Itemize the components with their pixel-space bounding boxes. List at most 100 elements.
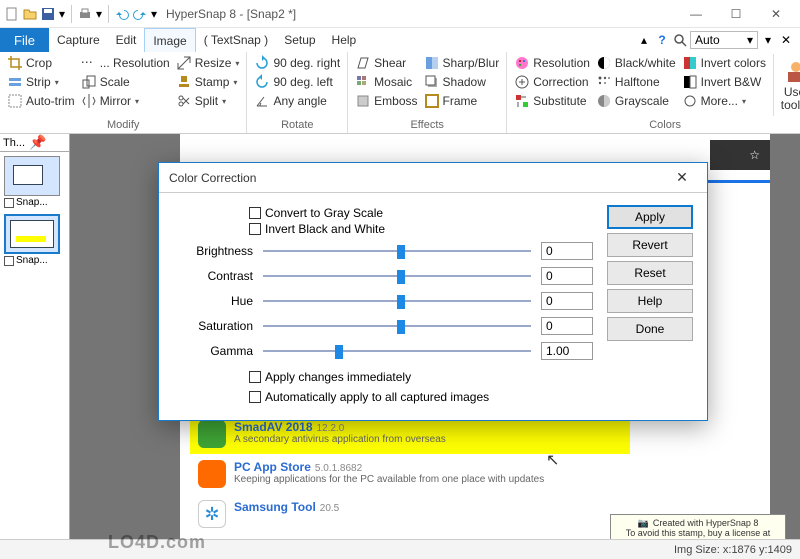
zoom-combo[interactable]: Auto▾ (690, 31, 758, 49)
undo-icon[interactable] (114, 6, 130, 22)
stamp-button[interactable]: Stamp▾ (173, 73, 243, 91)
pin-icon[interactable]: 📌 (29, 134, 46, 151)
help-button[interactable]: Help (607, 289, 693, 313)
minimize-button[interactable]: — (676, 1, 716, 27)
colorres-button[interactable]: Resolution (511, 54, 593, 72)
redo-icon[interactable] (132, 6, 148, 22)
shadow-button[interactable]: Shadow (421, 73, 503, 91)
search-icon[interactable] (672, 32, 688, 48)
thumb-item[interactable]: Snap... (4, 156, 65, 208)
resize-button[interactable]: Resize▾ (173, 54, 243, 72)
reset-button[interactable]: Reset (607, 261, 693, 285)
close-doc-icon[interactable]: ✕ (778, 32, 794, 48)
hue-value[interactable]: 0 (541, 292, 593, 310)
resolution-button[interactable]: ⋯... Resolution (78, 54, 173, 72)
contrast-label: Contrast (173, 269, 253, 283)
rot90l-button[interactable]: 90 deg. left (251, 73, 343, 91)
brightness-slider[interactable] (263, 243, 531, 259)
applyall-label: Automatically apply to all captured imag… (265, 390, 489, 404)
gamma-slider[interactable] (263, 343, 531, 359)
emboss-button[interactable]: Emboss (352, 92, 420, 110)
close-button[interactable]: ✕ (756, 1, 796, 27)
invert-button[interactable]: Invert colors (679, 54, 769, 72)
app-list: SmadAV 201812.2.0 A secondary antivirus … (190, 414, 630, 534)
gamma-value[interactable]: 1.00 (541, 342, 593, 360)
color-correction-dialog: Color Correction ✕ Convert to Gray Scale… (158, 162, 708, 421)
menu-capture[interactable]: Capture (49, 28, 108, 52)
applyimm-checkbox[interactable] (249, 371, 261, 383)
overflow-icon[interactable]: ▾ (760, 32, 776, 48)
qat-dropdown-icon[interactable]: ▾ (150, 6, 158, 22)
sharpblur-button[interactable]: Sharp/Blur (421, 54, 503, 72)
shear-icon (355, 55, 371, 71)
thumb-list: Snap... Snap... (0, 152, 69, 270)
split-button[interactable]: Split▾ (173, 92, 243, 110)
save-icon[interactable] (40, 6, 56, 22)
strip-button[interactable]: Strip▾ (4, 73, 78, 91)
invertbw-button[interactable]: Invert B&W (679, 73, 769, 91)
substitute-button[interactable]: Substitute (511, 92, 593, 110)
autotrim-button[interactable]: Auto-trim (4, 92, 78, 110)
contrast-slider[interactable] (263, 268, 531, 284)
correction-button[interactable]: Correction (511, 73, 593, 91)
applyall-checkbox[interactable] (249, 391, 261, 403)
hue-slider[interactable] (263, 293, 531, 309)
thumb-item[interactable]: Snap... (4, 214, 65, 266)
save-dropdown-icon[interactable]: ▾ (58, 6, 66, 22)
dialog-close-button[interactable]: ✕ (667, 169, 697, 186)
ribbon-group-effects: Shear Mosaic Emboss Sharp/Blur Shadow Fr… (348, 52, 507, 133)
menu-textsnap[interactable]: ( TextSnap ) (196, 28, 276, 52)
contrast-value[interactable]: 0 (541, 267, 593, 285)
maximize-button[interactable]: ☐ (716, 1, 756, 27)
menu-file[interactable]: File (0, 28, 49, 52)
rotate-right-icon (254, 55, 270, 71)
menu-help[interactable]: Help (324, 28, 365, 52)
anyangle-button[interactable]: Any angle (251, 92, 343, 110)
shear-button[interactable]: Shear (352, 54, 420, 72)
menu-edit[interactable]: Edit (108, 28, 145, 52)
gray-checkbox[interactable] (249, 207, 261, 219)
scale-button[interactable]: Scale (78, 73, 173, 91)
ribbon: Crop Strip▾ Auto-trim ⋯... Resolution Sc… (0, 52, 800, 134)
frame-button[interactable]: Frame (421, 92, 503, 110)
rot90r-button[interactable]: 90 deg. right (251, 54, 343, 72)
gamma-row: Gamma 1.00 (173, 340, 593, 362)
thumb-checkbox[interactable] (4, 198, 14, 208)
menubar: File Capture Edit Image ( TextSnap ) Set… (0, 28, 800, 52)
menu-image[interactable]: Image (144, 28, 195, 52)
new-icon[interactable] (4, 6, 20, 22)
window-title: HyperSnap 8 - [Snap2 *] (166, 7, 296, 21)
brightness-value[interactable]: 0 (541, 242, 593, 260)
app-row[interactable]: PC App Store5.0.1.8682 Keeping applicati… (190, 454, 630, 494)
help-icon[interactable]: ? (654, 32, 670, 48)
print-icon[interactable] (77, 6, 93, 22)
bw-button[interactable]: Black/white (593, 54, 679, 72)
mirror-button[interactable]: Mirror▾ (78, 92, 173, 110)
ribbon-group-rotate: 90 deg. right 90 deg. left Any angle Rot… (247, 52, 348, 133)
saturation-value[interactable]: 0 (541, 317, 593, 335)
halftone-button[interactable]: Halftone (593, 73, 679, 91)
app-row[interactable]: ✲ Samsung Tool20.5 (190, 494, 630, 534)
thumb-checkbox[interactable] (4, 256, 14, 266)
more-icon (682, 93, 698, 109)
mosaic-button[interactable]: Mosaic (352, 73, 420, 91)
crop-button[interactable]: Crop (4, 54, 78, 72)
invert-label: Invert Black and White (265, 222, 385, 236)
more-button[interactable]: More...▾ (679, 92, 769, 110)
apply-button[interactable]: Apply (607, 205, 693, 229)
invert-checkbox[interactable] (249, 223, 261, 235)
thumb-tab[interactable]: Th... (3, 137, 25, 149)
chevron-up-icon[interactable]: ▴ (636, 32, 652, 48)
thumb-tabs: Th... 📌 (0, 134, 69, 152)
menu-setup[interactable]: Setup (276, 28, 323, 52)
grayscale-button[interactable]: Grayscale (593, 92, 679, 110)
dialog-titlebar[interactable]: Color Correction ✕ (159, 163, 707, 193)
saturation-slider[interactable] (263, 318, 531, 334)
open-icon[interactable] (22, 6, 38, 22)
usertools-button[interactable]: Usertools▾ (773, 54, 800, 116)
app-version: 5.0.1.8682 (315, 463, 362, 474)
print-dropdown-icon[interactable]: ▾ (95, 6, 103, 22)
revert-button[interactable]: Revert (607, 233, 693, 257)
done-button[interactable]: Done (607, 317, 693, 341)
lo4d-watermark: LO4D.com (108, 532, 206, 553)
